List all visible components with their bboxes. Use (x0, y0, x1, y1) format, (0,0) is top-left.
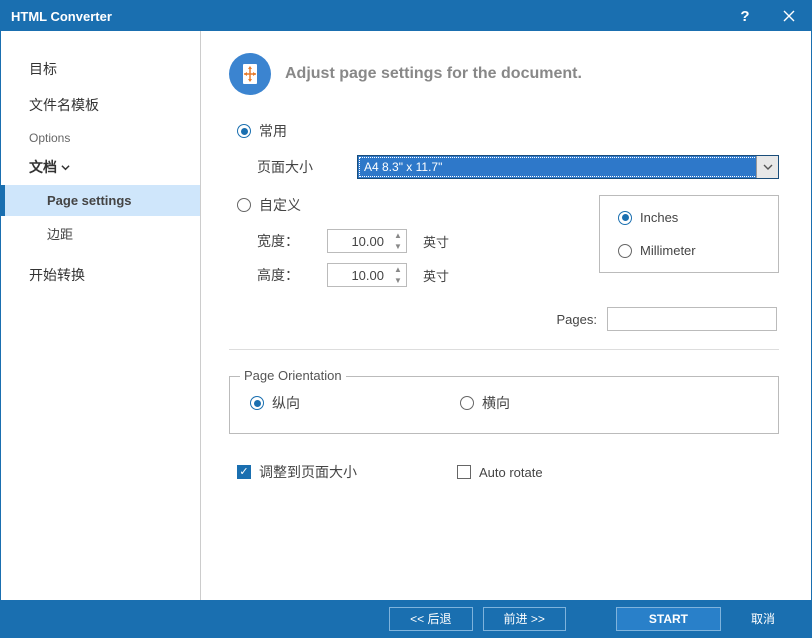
width-row: 宽度： 10.00 ▲▼ 英寸 (237, 229, 559, 253)
content-header: Adjust page settings for the document. (229, 53, 779, 95)
footer: << 后退 前进 >> START 取消 (1, 600, 811, 637)
window-title: HTML Converter (11, 9, 723, 24)
page-settings-icon (229, 53, 271, 95)
radio-common-label: 常用 (259, 121, 287, 141)
app-window: HTML Converter ? 目标 文件名模板 Options 文档 Pag… (0, 0, 812, 638)
body: 目标 文件名模板 Options 文档 Page settings 边距 开始转… (1, 31, 811, 600)
height-value: 10.00 (328, 268, 388, 283)
fit-row: ✓ 调整到页面大小 (237, 462, 357, 482)
radio-landscape[interactable] (460, 396, 474, 410)
height-input[interactable]: 10.00 ▲▼ (327, 263, 407, 287)
page-size-value: A4 8.3" x 11.7" (364, 160, 442, 174)
unit-mm-row: Millimeter (618, 243, 760, 258)
cancel-button[interactable]: 取消 (731, 607, 795, 631)
radio-common[interactable] (237, 124, 251, 138)
chevron-down-icon (756, 156, 778, 178)
radio-portrait[interactable] (250, 396, 264, 410)
page-size-row: 页面大小 A4 8.3" x 11.7" (237, 155, 779, 179)
separator (229, 349, 779, 350)
height-row: 高度： 10.00 ▲▼ 英寸 (237, 263, 559, 287)
landscape-row: 横向 (460, 393, 510, 413)
width-unit: 英寸 (423, 232, 449, 251)
orientation-title: Page Orientation (240, 368, 346, 383)
height-unit: 英寸 (423, 266, 449, 285)
checkbox-fit-to-page[interactable]: ✓ (237, 465, 251, 479)
radio-mm[interactable] (618, 244, 632, 258)
radio-custom-label: 自定义 (259, 195, 301, 215)
sidebar-item-start-convert[interactable]: 开始转换 (1, 257, 200, 293)
sidebar-item-document[interactable]: 文档 (1, 149, 200, 185)
size-common-row: 常用 (237, 121, 779, 141)
pages-row: Pages: (229, 307, 779, 331)
close-icon (783, 10, 795, 22)
pages-input[interactable] (607, 307, 777, 331)
width-value: 10.00 (328, 234, 388, 249)
close-button[interactable] (767, 1, 811, 31)
autorotate-label: Auto rotate (479, 465, 543, 480)
content-pane: Adjust page settings for the document. 常… (201, 31, 811, 600)
sidebar-item-label: 文档 (29, 157, 57, 177)
sidebar-item-target[interactable]: 目标 (1, 51, 200, 87)
start-button[interactable]: START (616, 607, 721, 631)
radio-portrait-label: 纵向 (272, 393, 300, 413)
height-spinner[interactable]: ▲▼ (390, 264, 406, 286)
sidebar-item-filename-template[interactable]: 文件名模板 (1, 87, 200, 123)
radio-mm-label: Millimeter (640, 243, 696, 258)
radio-inches-label: Inches (640, 210, 678, 225)
page-size-dropdown[interactable]: A4 8.3" x 11.7" (357, 155, 779, 179)
unit-inches-row: Inches (618, 210, 760, 225)
radio-inches[interactable] (618, 211, 632, 225)
size-custom-row: 自定义 (237, 195, 559, 215)
orientation-group: Page Orientation 纵向 横向 (229, 376, 779, 434)
radio-custom[interactable] (237, 198, 251, 212)
sidebar: 目标 文件名模板 Options 文档 Page settings 边距 开始转… (1, 31, 201, 600)
content-header-text: Adjust page settings for the document. (285, 65, 582, 83)
portrait-row: 纵向 (250, 393, 300, 413)
back-button[interactable]: << 后退 (389, 607, 472, 631)
width-spinner[interactable]: ▲▼ (390, 230, 406, 252)
sidebar-sub-margins[interactable]: 边距 (1, 216, 200, 251)
fit-label: 调整到页面大小 (259, 462, 357, 482)
sidebar-options-label: Options (1, 123, 200, 149)
titlebar: HTML Converter ? (1, 1, 811, 31)
width-input[interactable]: 10.00 ▲▼ (327, 229, 407, 253)
bottom-options: ✓ 调整到页面大小 Auto rotate (237, 462, 779, 482)
pages-label: Pages: (557, 312, 597, 327)
sidebar-sub-page-settings[interactable]: Page settings (1, 185, 200, 216)
height-label: 高度： (237, 265, 327, 285)
chevron-down-icon (61, 163, 70, 172)
autorotate-row: Auto rotate (457, 462, 543, 482)
radio-landscape-label: 横向 (482, 393, 510, 413)
forward-button[interactable]: 前进 >> (483, 607, 566, 631)
page-size-label: 页面大小 (237, 157, 357, 177)
width-label: 宽度： (237, 231, 327, 251)
help-button[interactable]: ? (723, 1, 767, 31)
checkbox-auto-rotate[interactable] (457, 465, 471, 479)
unit-group: Inches Millimeter (599, 195, 779, 273)
